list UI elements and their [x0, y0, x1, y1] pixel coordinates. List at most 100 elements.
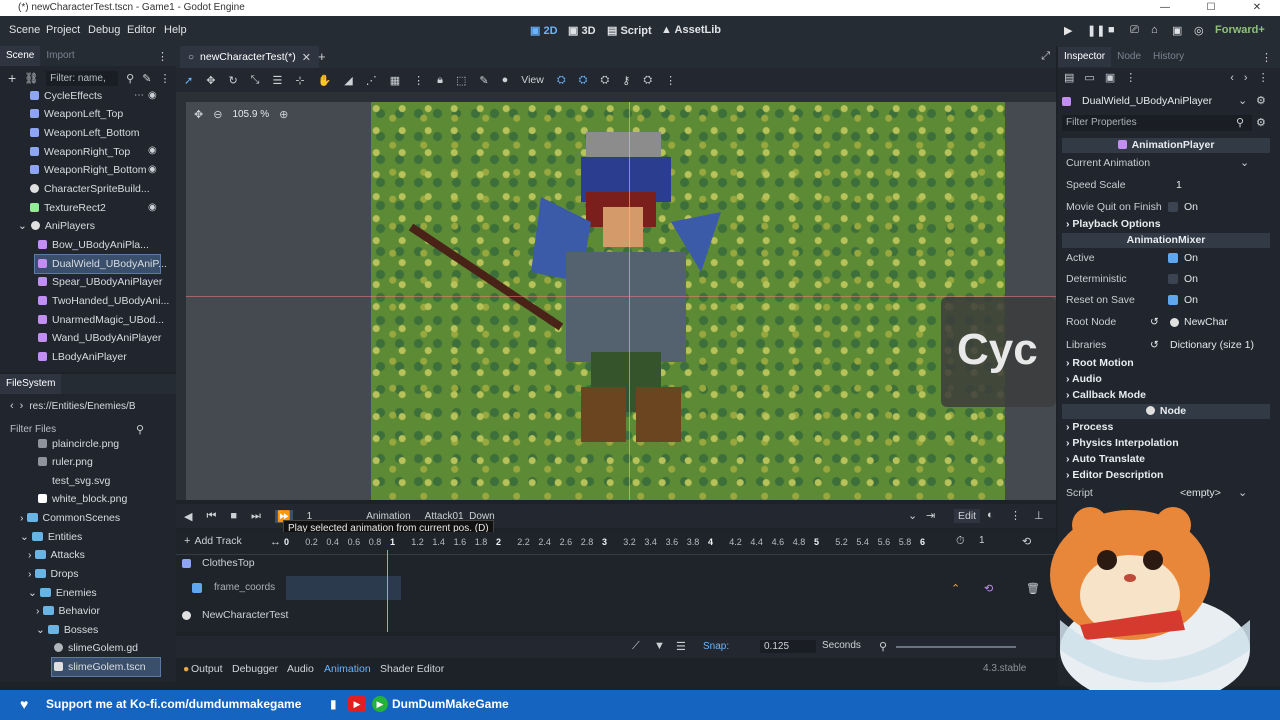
- section-physics-interpolation[interactable]: › Physics Interpolation: [1066, 437, 1179, 449]
- section-process[interactable]: › Process: [1066, 421, 1113, 433]
- file-item[interactable]: plaincircle.png: [38, 435, 119, 453]
- rotate-tool-icon[interactable]: ↻: [228, 74, 237, 87]
- ruler-tool-icon[interactable]: ◢: [344, 74, 352, 87]
- filter-icon[interactable]: ▼: [654, 640, 665, 652]
- tab-node[interactable]: Node: [1111, 47, 1147, 67]
- scene-filter-input[interactable]: Filter: name,: [46, 70, 119, 86]
- tab-audio[interactable]: Audio: [287, 663, 314, 675]
- play-icon[interactable]: ▶: [1064, 24, 1072, 37]
- file-item[interactable]: white_block.png: [38, 490, 127, 508]
- zoom-out-icon[interactable]: ⊖: [213, 108, 222, 121]
- autoplay-icon[interactable]: ⇥: [926, 509, 935, 522]
- revert-icon[interactable]: ↺: [1150, 339, 1159, 351]
- folder-item[interactable]: ⌄ Enemies: [28, 584, 97, 602]
- history-back-icon[interactable]: ‹: [1230, 72, 1234, 84]
- minimize-icon[interactable]: —: [1142, 0, 1188, 16]
- filesystem-path[interactable]: res://Entities/Enemies/B: [29, 401, 135, 412]
- key-scale-icon[interactable]: ⛭: [600, 74, 609, 87]
- workspace-2d[interactable]: ▣ 2D: [530, 24, 558, 37]
- dock-menu-icon[interactable]: ⋮: [1261, 51, 1272, 64]
- movie-quit-toggle[interactable]: On: [1168, 201, 1198, 213]
- scale-tool-icon[interactable]: ⤡: [251, 74, 260, 87]
- tree-node-unarmedmagic[interactable]: UnarmedMagic_UBod...: [38, 311, 164, 329]
- chevron-down-icon[interactable]: ⌄: [20, 531, 29, 543]
- tree-node-weaponright-top[interactable]: WeaponRight_Top: [30, 143, 130, 161]
- zoom-in-icon[interactable]: ⊕: [279, 108, 288, 121]
- tab-inspector[interactable]: Inspector: [1058, 47, 1112, 67]
- menu-debug[interactable]: Debug: [88, 24, 120, 36]
- interpolation-icon[interactable]: ⌃: [951, 582, 960, 595]
- visibility-icon[interactable]: ◉: [148, 90, 157, 101]
- inspector-node-path[interactable]: DualWield_UBodyAniPlayer: [1062, 92, 1248, 110]
- animation-edit-button[interactable]: Edit: [954, 509, 981, 523]
- active-toggle[interactable]: On: [1168, 252, 1198, 264]
- track-group-newcharactertest[interactable]: NewCharacterTest: [182, 609, 288, 621]
- snap-icon[interactable]: ⋰: [366, 74, 377, 87]
- menu-editor[interactable]: Editor: [127, 24, 156, 36]
- camera-icon[interactable]: ●: [502, 74, 509, 86]
- chevron-right-icon[interactable]: ›: [28, 549, 32, 561]
- chevron-down-icon[interactable]: ⌄: [36, 624, 45, 636]
- track-enabled-checkbox[interactable]: [192, 582, 202, 593]
- tree-node-lbody[interactable]: LBodyAniPlayer: [38, 348, 127, 366]
- add-track-button[interactable]: + Add Track: [184, 535, 242, 547]
- open-resource-icon[interactable]: ▭: [1084, 71, 1094, 84]
- tree-node-weaponleft-bottom[interactable]: WeaponLeft_Bottom: [30, 124, 140, 142]
- section-root-motion[interactable]: › Root Motion: [1066, 357, 1134, 369]
- more-icon[interactable]: ⋮: [413, 74, 424, 87]
- animation-length[interactable]: 1: [979, 535, 985, 546]
- tab-shader-editor[interactable]: Shader Editor: [380, 663, 444, 675]
- snap-units-select[interactable]: Seconds: [822, 640, 861, 651]
- chevron-down-icon[interactable]: ⌄: [28, 587, 37, 599]
- menu-project[interactable]: Project: [46, 24, 80, 36]
- close-window-icon[interactable]: ✕: [1234, 0, 1280, 16]
- menu-scene[interactable]: Scene: [9, 24, 40, 36]
- tab-animation[interactable]: Animation: [324, 663, 371, 675]
- tab-scene[interactable]: Scene: [0, 46, 41, 66]
- tree-node-weaponleft-top[interactable]: WeaponLeft_Top: [30, 105, 123, 123]
- add-tab-icon[interactable]: +: [318, 49, 326, 64]
- pan-tool-icon[interactable]: ✋: [318, 74, 332, 87]
- view-menu[interactable]: View: [521, 74, 544, 86]
- reset-on-save-toggle[interactable]: On: [1168, 294, 1198, 306]
- chevron-down-icon[interactable]: ⌄: [1238, 486, 1247, 499]
- tree-node-weaponright-bottom[interactable]: WeaponRight_Bottom: [30, 161, 147, 179]
- remote-debug-icon[interactable]: ⎚: [1130, 24, 1139, 37]
- playhead[interactable]: [387, 550, 388, 632]
- select-tool-icon[interactable]: ➚: [184, 74, 193, 87]
- back-icon[interactable]: ‹: [10, 400, 14, 412]
- list-select-icon[interactable]: ☰: [272, 74, 282, 87]
- timeline-zoom-icon[interactable]: ↔: [270, 536, 281, 548]
- onion-skin-icon[interactable]: ◐: [987, 509, 994, 521]
- play-backwards-from-end-icon[interactable]: ⏮: [206, 510, 216, 523]
- folder-item[interactable]: › CommonScenes: [20, 509, 120, 527]
- distraction-free-icon[interactable]: ⤢: [1041, 50, 1050, 63]
- stop-animation-icon[interactable]: ■: [230, 510, 237, 522]
- loop-wrap-icon[interactable]: ⟲: [984, 582, 993, 595]
- snap-label[interactable]: Snap:: [703, 641, 729, 652]
- script-attach-icon[interactable]: ✎: [142, 72, 151, 85]
- tab-debugger[interactable]: Debugger: [232, 663, 278, 675]
- dock-menu-icon[interactable]: ⋮: [157, 50, 168, 63]
- track-group-clothestop[interactable]: ClothesTop: [182, 557, 255, 569]
- bezier-icon[interactable]: ⟋: [632, 640, 640, 653]
- file-item[interactable]: slimeGolem.gd: [54, 639, 138, 657]
- link-icon[interactable]: ⛓: [24, 72, 38, 85]
- tab-import[interactable]: Import: [40, 46, 80, 66]
- chevron-right-icon[interactable]: ›: [36, 605, 40, 617]
- history-forward-icon[interactable]: ›: [1244, 72, 1248, 84]
- movie-maker-icon[interactable]: ◎: [1194, 24, 1204, 37]
- visibility-icon[interactable]: ◉: [148, 164, 157, 175]
- file-item[interactable]: ruler.png: [38, 453, 93, 471]
- folder-item[interactable]: › Attacks: [28, 546, 85, 564]
- scene-tab-active[interactable]: ○ newCharacterTest(*) ✕: [180, 46, 319, 68]
- menu-help[interactable]: Help: [164, 24, 187, 36]
- forward-icon[interactable]: ›: [20, 400, 24, 412]
- libraries-value[interactable]: Dictionary (size 1): [1170, 339, 1254, 351]
- deterministic-toggle[interactable]: On: [1168, 273, 1198, 285]
- tab-filesystem[interactable]: FileSystem: [0, 374, 62, 394]
- key-insert-icon[interactable]: ⚷: [622, 74, 630, 87]
- tree-node-charactersprite[interactable]: CharacterSpriteBuild...: [30, 180, 150, 198]
- lock-icon[interactable]: 🔒︎: [437, 74, 443, 87]
- save-resource-icon[interactable]: ▣: [1105, 71, 1115, 84]
